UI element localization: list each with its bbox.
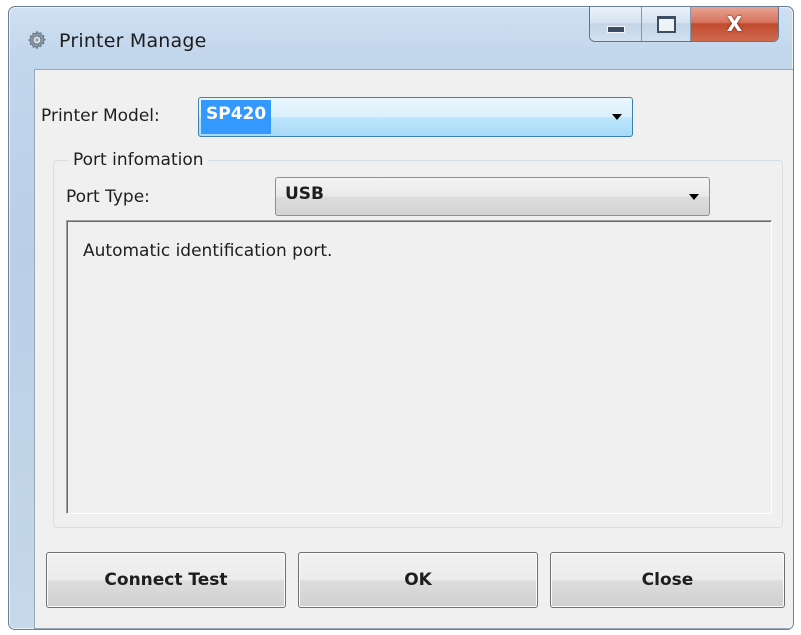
caption-buttons: X [589, 7, 779, 42]
chevron-down-icon [612, 114, 622, 120]
minimize-icon [606, 25, 625, 33]
close-icon: X [726, 12, 743, 36]
port-type-label: Port Type: [66, 187, 150, 207]
printer-model-value: SP420 [206, 104, 267, 124]
connect-test-button[interactable]: Connect Test [46, 552, 286, 608]
printer-model-dropdown[interactable]: SP420 [198, 97, 633, 137]
minimize-button[interactable] [590, 7, 643, 41]
port-group-title: Port infomation [69, 150, 208, 170]
gear-icon [28, 30, 46, 50]
close-button[interactable]: Close [550, 552, 785, 608]
port-info-panel: Automatic identification port. [66, 220, 772, 514]
port-type-value: USB [285, 184, 325, 204]
ok-button[interactable]: OK [298, 552, 538, 608]
title-bar[interactable]: Printer Manage X [9, 7, 793, 69]
port-info-text: Automatic identification port. [83, 241, 333, 261]
chevron-down-icon [689, 194, 699, 200]
dialog-client-area: Printer Model: SP420 Port infomation Por… [34, 69, 793, 629]
window-title: Printer Manage [59, 30, 207, 52]
close-window-button[interactable]: X [690, 7, 778, 41]
maximize-icon [656, 15, 676, 33]
port-type-dropdown[interactable]: USB [275, 177, 710, 216]
maximize-button[interactable] [642, 7, 691, 41]
printer-model-label: Printer Model: [41, 106, 160, 126]
printer-manage-window: Printer Manage X Printer Model: SP420 Po… [8, 6, 794, 630]
